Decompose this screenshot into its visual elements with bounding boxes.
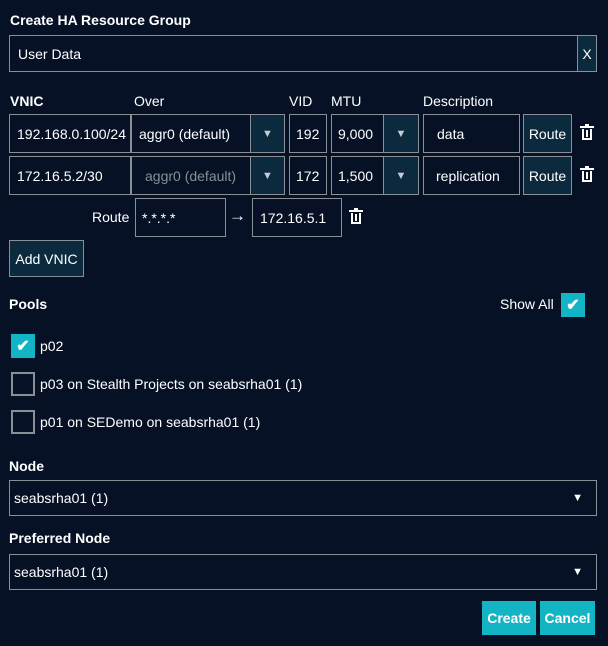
header-mtu: MTU xyxy=(331,93,362,109)
group-name-input[interactable]: User Data xyxy=(9,35,578,72)
preferred-node-value: seabsrha01 (1) xyxy=(14,564,109,580)
checkmark-icon: ✔ xyxy=(16,338,30,355)
cancel-button[interactable]: Cancel xyxy=(540,601,595,635)
pool-checkbox[interactable] xyxy=(11,372,35,396)
dialog-title: Create HA Resource Group xyxy=(10,12,191,28)
node-select[interactable]: seabsrha01 (1) ▼ xyxy=(9,480,597,516)
trash-icon[interactable] xyxy=(580,124,594,141)
route-button[interactable]: Route xyxy=(523,114,572,153)
checkmark-icon: ✔ xyxy=(566,297,580,314)
header-over: Over xyxy=(134,93,165,109)
vnic-ip-input[interactable]: 192.168.0.100/24 xyxy=(9,114,131,153)
vnic-description-input[interactable]: replication xyxy=(423,156,520,195)
preferred-node-label: Preferred Node xyxy=(9,530,111,546)
pool-label: p01 on SEDemo on seabsrha01 (1) xyxy=(40,414,261,430)
chevron-down-icon[interactable]: ▼ xyxy=(383,114,419,153)
trash-icon[interactable] xyxy=(580,166,594,183)
trash-icon[interactable] xyxy=(349,208,363,225)
vnic-vid-input[interactable]: 192 xyxy=(289,114,327,153)
vnic-over-select[interactable]: aggr0 (default) xyxy=(131,114,251,153)
header-vid: VID xyxy=(289,93,313,109)
show-all-checkbox[interactable]: ✔ xyxy=(561,293,585,317)
arrow-right-icon: → xyxy=(229,206,246,225)
clear-name-button[interactable]: X xyxy=(577,35,597,72)
chevron-down-icon[interactable]: ▼ xyxy=(250,114,285,153)
add-vnic-button[interactable]: Add VNIC xyxy=(9,240,84,277)
route-gateway-input[interactable]: 172.16.5.1 xyxy=(252,198,342,237)
chevron-down-icon: ▼ xyxy=(572,566,583,578)
route-label: Route xyxy=(92,209,130,225)
vnic-vid-input[interactable]: 172 xyxy=(289,156,327,195)
show-all-label: Show All xyxy=(500,296,554,312)
create-button[interactable]: Create xyxy=(482,601,536,635)
pool-label: p02 xyxy=(40,338,64,354)
vnic-mtu-select[interactable]: 1,500 xyxy=(331,156,384,195)
node-value: seabsrha01 (1) xyxy=(14,490,109,506)
node-label: Node xyxy=(9,458,44,474)
chevron-down-icon[interactable]: ▼ xyxy=(250,156,285,195)
header-description: Description xyxy=(423,93,494,109)
pool-label: p03 on Stealth Projects on seabsrha01 (1… xyxy=(40,376,303,392)
preferred-node-select[interactable]: seabsrha01 (1) ▼ xyxy=(9,554,597,590)
pools-label: Pools xyxy=(9,296,48,312)
header-vnic: VNIC xyxy=(10,93,44,109)
route-destination-input[interactable]: *.*.*.* xyxy=(135,198,226,237)
vnic-over-select[interactable]: aggr0 (default) xyxy=(131,156,251,195)
vnic-description-input[interactable]: data xyxy=(423,114,520,153)
route-button[interactable]: Route xyxy=(523,156,572,195)
vnic-mtu-select[interactable]: 9,000 xyxy=(331,114,384,153)
pool-checkbox[interactable] xyxy=(11,410,35,434)
pool-checkbox[interactable]: ✔ xyxy=(11,334,35,358)
vnic-ip-input[interactable]: 172.16.5.2/30 xyxy=(9,156,131,195)
chevron-down-icon: ▼ xyxy=(572,492,583,504)
chevron-down-icon[interactable]: ▼ xyxy=(383,156,419,195)
